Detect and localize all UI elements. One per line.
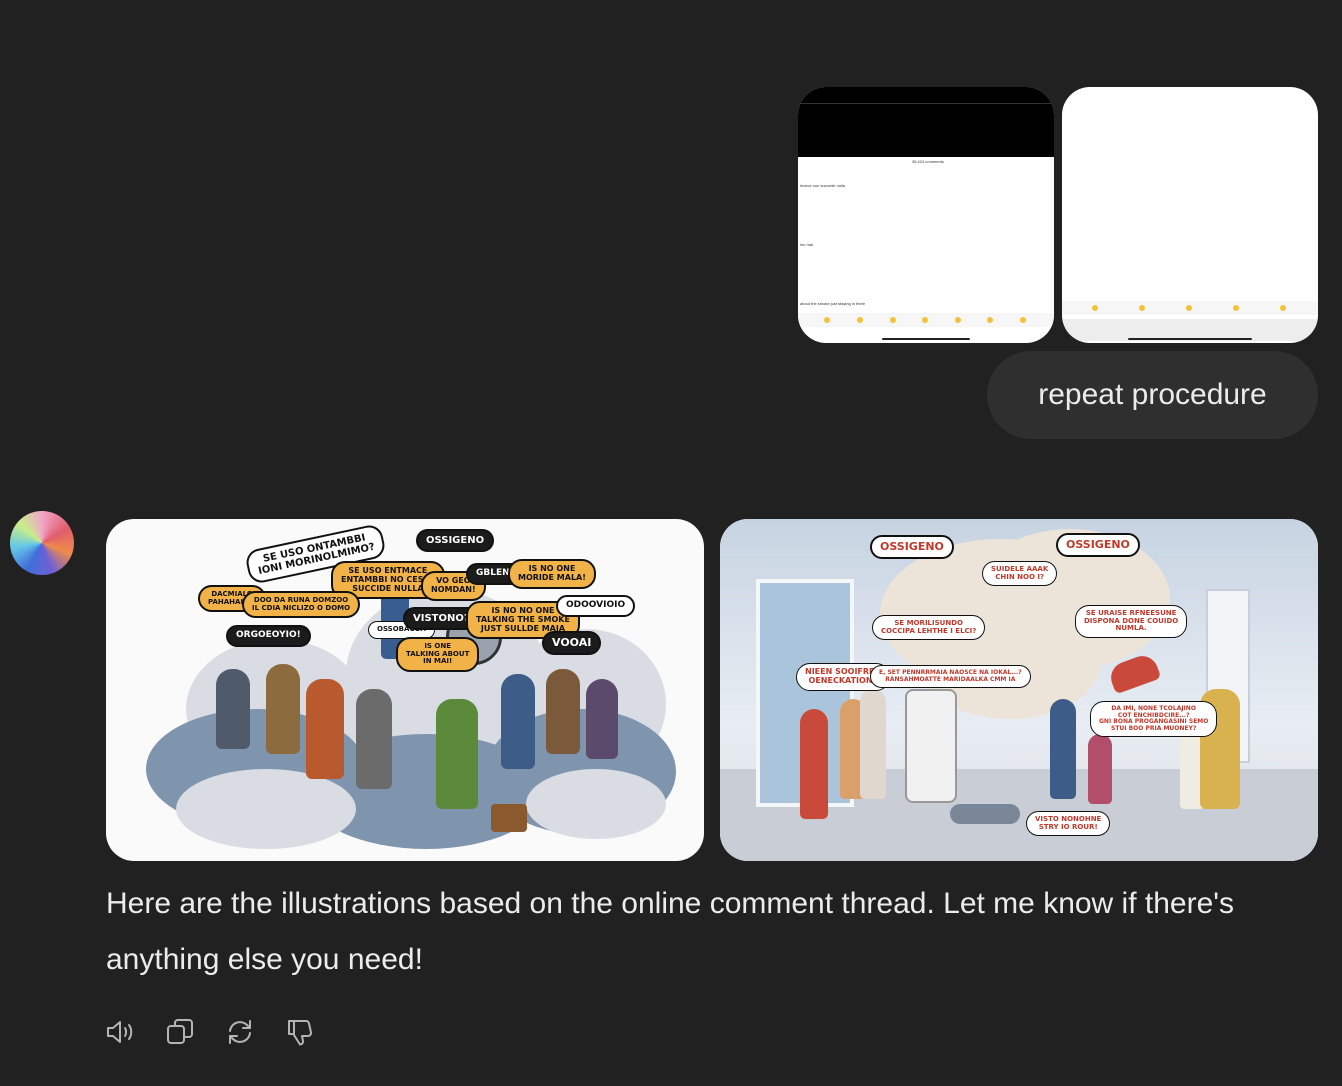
user-message-text: repeat procedure bbox=[1038, 378, 1267, 411]
thumbs-down-icon bbox=[288, 1020, 312, 1046]
speech-bubble: SE MORILISUNDO COCCIPA LEHTHE I ELCI? bbox=[872, 615, 986, 641]
generated-illustration-2[interactable]: OSSIGENO OSSIGENO SUIDELE AAAK CHIN NOO … bbox=[720, 519, 1318, 861]
speech-bubble: VISTO NONOHNE STRY IO ROUR! bbox=[1026, 811, 1111, 837]
read-aloud-icon bbox=[107, 1021, 133, 1043]
home-indicator bbox=[882, 338, 970, 340]
message-actions bbox=[102, 1014, 318, 1050]
speech-bubble: IS NO ONE MORIDE MALA! bbox=[508, 559, 596, 589]
screenshot-video-area bbox=[798, 87, 1054, 157]
thumbs-down-button[interactable] bbox=[282, 1014, 318, 1050]
comments-count: 36,424 comments bbox=[912, 159, 944, 164]
assistant-avatar bbox=[10, 511, 74, 575]
comment-text: invece non succede nulla bbox=[800, 183, 845, 188]
attachment-screenshot-1[interactable]: 36,424 comments invece non succede nulla… bbox=[798, 87, 1054, 343]
speech-bubble: E, SET PENNRRMAIA NAOSCE NA IOKAL...? RA… bbox=[870, 665, 1031, 689]
regenerate-button[interactable] bbox=[222, 1014, 258, 1050]
user-message-bubble: repeat procedure bbox=[987, 351, 1318, 439]
generated-illustration-1[interactable]: SE USO ONTAMBBI IONI MORINOLMIMO? OSSIGE… bbox=[106, 519, 704, 861]
comment-text: about the smoke just staying in there bbox=[800, 301, 866, 306]
speech-bubble: SE URAISE RFNEESUNE DISPONA DONE COUIDO … bbox=[1075, 605, 1188, 639]
speech-bubble: ODOOVIOIO bbox=[556, 595, 636, 617]
speech-bubble: OSSIGENO bbox=[1056, 533, 1140, 558]
speech-bubble: ORGOEOYIO! bbox=[226, 625, 311, 647]
speech-bubble: OSSIGENO bbox=[870, 535, 954, 560]
copy-button[interactable] bbox=[162, 1014, 198, 1050]
attachment-screenshot-2[interactable] bbox=[1062, 87, 1318, 343]
speech-bubble: SUIDELE AAAK CHIN NOO I? bbox=[982, 561, 1058, 587]
read-aloud-button[interactable] bbox=[102, 1014, 138, 1050]
assistant-message-text: Here are the illustrations based on the … bbox=[106, 887, 1235, 976]
speech-bubble: DA IMI, NONE TCOLAJINO COT ENCHIBDCIRE..… bbox=[1090, 701, 1218, 738]
regenerate-icon bbox=[229, 1020, 251, 1044]
speech-bubble: IS ONE TALKING ABOUT IN MAI! bbox=[396, 637, 480, 673]
speech-bubble: VOOAI bbox=[542, 631, 602, 656]
emoji-bar bbox=[798, 313, 1054, 327]
speech-bubble: OSSIGENO bbox=[416, 529, 495, 552]
speech-bubble: DOO DA RUNA DOMZOO IL CDIA NICLIZO O DOM… bbox=[242, 591, 361, 619]
emoji-bar bbox=[1062, 301, 1318, 315]
comment-text: ino mai bbox=[800, 242, 813, 247]
copy-icon bbox=[167, 1019, 193, 1044]
home-indicator bbox=[1128, 338, 1252, 340]
